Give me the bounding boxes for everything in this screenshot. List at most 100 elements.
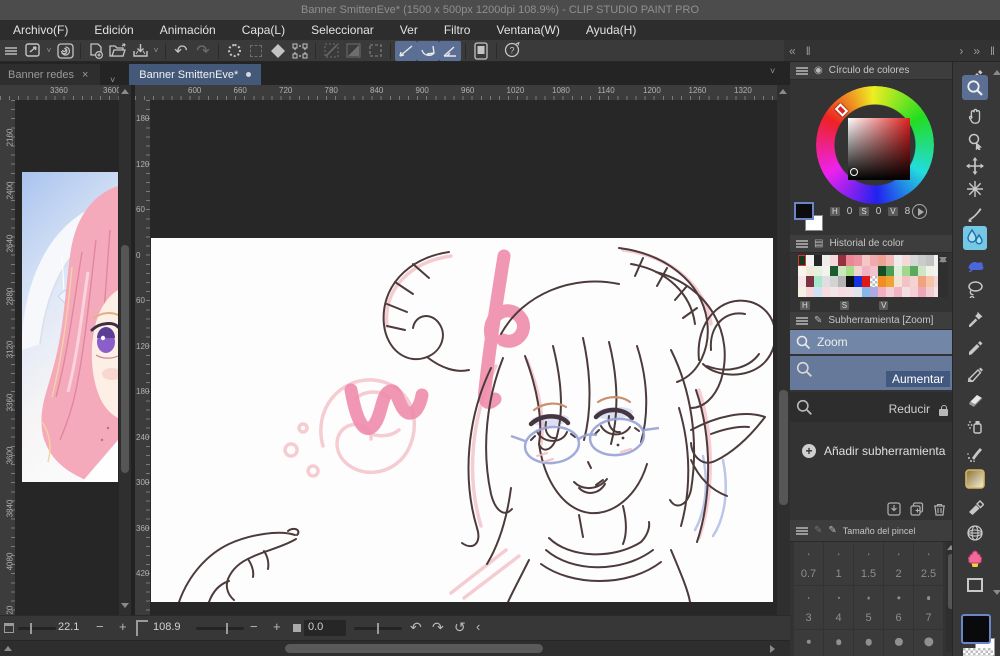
history-swatch[interactable]	[918, 276, 926, 287]
snap-off-icon[interactable]	[320, 41, 342, 61]
save-caret-icon[interactable]: ˅	[151, 46, 161, 55]
canvas-dropdown-icon[interactable]: ˅	[770, 66, 775, 76]
duplicate-subtool-icon[interactable]	[910, 502, 924, 516]
history-swatch[interactable]	[822, 255, 830, 266]
main-zoom-in-button[interactable]: +	[273, 619, 281, 634]
pencil-tool[interactable]	[962, 360, 988, 385]
tab-close-icon[interactable]: ×	[82, 69, 88, 81]
expand-up-icon[interactable]	[4, 646, 12, 651]
panel-menu-icon[interactable]	[796, 66, 808, 75]
history-swatch[interactable]	[846, 276, 854, 287]
history-swatch[interactable]	[894, 286, 902, 297]
history-swatch[interactable]	[926, 265, 934, 276]
history-swatch[interactable]	[910, 255, 918, 266]
snap-special-ruler-icon[interactable]	[417, 40, 439, 61]
history-swatch[interactable]	[830, 276, 838, 287]
history-swatch[interactable]	[862, 286, 870, 297]
history-swatch[interactable]	[918, 255, 926, 266]
reset-rotation-icon[interactable]: ↺	[454, 619, 466, 636]
history-swatch[interactable]	[894, 265, 902, 276]
history-swatch[interactable]	[806, 255, 814, 266]
main-zoom-slider[interactable]	[196, 623, 244, 634]
brush-size-panel-header[interactable]: ✎ ✎ Tamaño del pincel	[790, 520, 952, 542]
history-sort-key[interactable]: H	[800, 301, 810, 310]
panel-menu-icon[interactable]	[796, 239, 808, 248]
scroll-down-icon[interactable]	[121, 603, 129, 608]
history-swatch[interactable]	[822, 286, 830, 297]
history-swatch[interactable]	[830, 286, 838, 297]
history-swatch[interactable]	[878, 286, 886, 297]
history-swatch[interactable]	[814, 265, 822, 276]
rotation-slider[interactable]	[354, 623, 402, 634]
history-swatch[interactable]	[878, 265, 886, 276]
history-swatch[interactable]	[846, 255, 854, 266]
history-sort-key[interactable]: S	[839, 301, 850, 310]
gradient-tool[interactable]	[962, 466, 988, 491]
brush-size-cell[interactable]: 2	[884, 542, 913, 585]
airbrush-tool[interactable]	[962, 413, 988, 438]
main-menu-icon[interactable]	[0, 41, 22, 61]
toolstrip-scroll-up-icon[interactable]	[993, 70, 1000, 75]
history-swatch[interactable]	[814, 276, 822, 287]
brush-size-cell[interactable]: 6	[884, 586, 913, 629]
left-zoom-out-button[interactable]: −	[96, 619, 104, 634]
main-color-swatch[interactable]	[961, 614, 991, 644]
history-swatch[interactable]	[846, 286, 854, 297]
snap-ruler-icon[interactable]	[395, 40, 417, 61]
tab-banner-redes[interactable]: Banner redes ×	[0, 64, 100, 85]
main-color-swatch[interactable]	[794, 202, 814, 220]
history-swatch[interactable]	[806, 286, 814, 297]
history-swatch[interactable]	[798, 276, 806, 287]
rotate-right-icon[interactable]: ↷	[432, 619, 444, 636]
history-swatch[interactable]	[830, 265, 838, 276]
history-swatch[interactable]	[798, 286, 806, 297]
history-swatch[interactable]	[910, 286, 918, 297]
scrollbar-thumb[interactable]	[779, 390, 788, 505]
rotate-left-icon[interactable]: ↶	[410, 619, 422, 636]
history-swatch[interactable]	[854, 265, 862, 276]
subtool-item-aumentar[interactable]: Aumentar	[790, 356, 952, 390]
fill-tool[interactable]	[962, 251, 988, 276]
history-swatch[interactable]	[886, 255, 894, 266]
menu-item[interactable]: Filtro	[431, 20, 484, 40]
move-layer-tool[interactable]	[962, 153, 988, 178]
menu-item[interactable]: Ventana(W)	[483, 20, 572, 40]
transparent-color-swatch[interactable]	[963, 648, 993, 656]
inactive-brush-tab-icon[interactable]: ✎	[814, 525, 822, 536]
fit-screen-icon[interactable]	[293, 624, 301, 632]
scroll-right-icon[interactable]	[770, 645, 775, 653]
main-pane-v-scrollbar[interactable]	[777, 85, 790, 630]
companion-mode-icon[interactable]	[470, 41, 492, 61]
history-swatch[interactable]	[910, 276, 918, 287]
history-swatch[interactable]	[814, 255, 822, 266]
color-mode-toggle-icon[interactable]	[912, 204, 927, 219]
canvas-page[interactable]	[151, 238, 777, 603]
history-swatch[interactable]	[902, 265, 910, 276]
history-swatch[interactable]	[862, 265, 870, 276]
scroll-up-icon[interactable]	[121, 89, 129, 94]
divider-grip2-icon[interactable]: ‖	[985, 44, 1000, 58]
clip-studio-caret-icon[interactable]: ˅	[44, 46, 54, 55]
panel-menu-icon[interactable]	[796, 526, 808, 535]
deselect-icon[interactable]	[267, 41, 289, 61]
main-canvas[interactable]	[150, 100, 777, 615]
decoration-tool[interactable]	[962, 440, 988, 465]
history-swatch[interactable]	[894, 255, 902, 266]
scrollbar-thumb[interactable]	[285, 644, 543, 653]
subtool-panel-header[interactable]: ✎ Subherramienta [Zoom]	[790, 312, 952, 330]
brush-size-cell[interactable]: 7	[914, 586, 943, 629]
scroll-down-icon[interactable]	[939, 257, 947, 262]
auto-select-tool[interactable]	[962, 176, 988, 201]
main-pane-h-scrollbar[interactable]	[0, 640, 790, 656]
hand-tool[interactable]	[962, 103, 988, 128]
blend-tool[interactable]	[962, 225, 988, 250]
toolstrip-scroll-down-icon[interactable]	[993, 590, 1000, 595]
history-swatch[interactable]	[854, 255, 862, 266]
history-swatch[interactable]	[806, 265, 814, 276]
saturation-value-box[interactable]	[848, 118, 910, 180]
brush-size-cell[interactable]: 12	[854, 630, 883, 656]
history-swatch[interactable]	[806, 276, 814, 287]
zoom-tool[interactable]	[962, 75, 988, 100]
pen-tool[interactable]	[962, 333, 988, 358]
brush-size-cell[interactable]: 1.5	[854, 542, 883, 585]
